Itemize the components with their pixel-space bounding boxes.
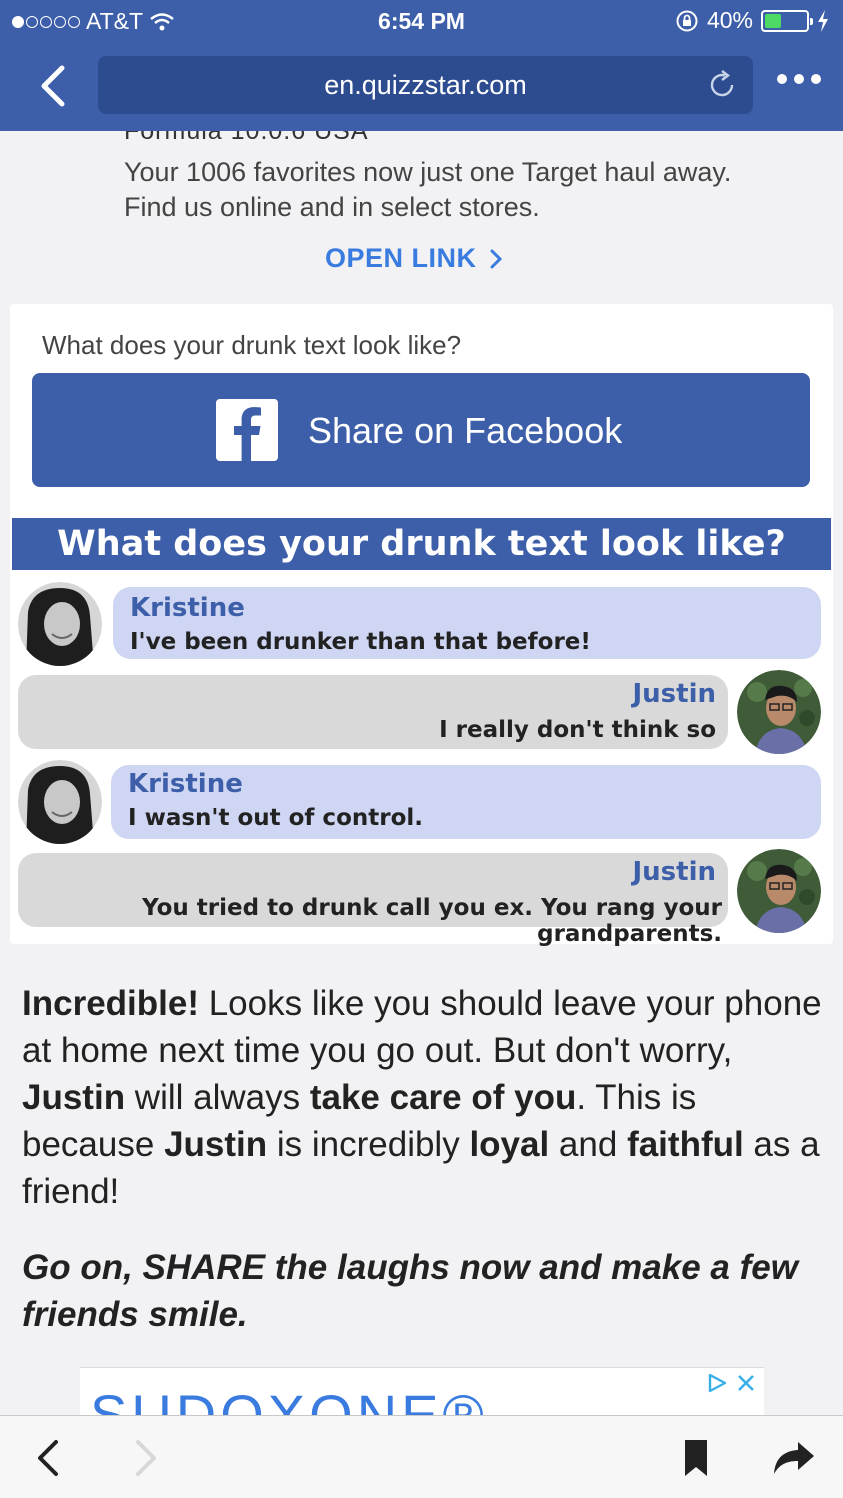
url-text: en.quizzstar.com: [324, 70, 527, 100]
message-bubble: Justin I really don't think so: [18, 675, 728, 749]
open-link-button[interactable]: OPEN LINK: [325, 243, 503, 274]
nav-back-icon[interactable]: [34, 1438, 62, 1478]
chevron-right-icon: [490, 249, 502, 268]
result-text-segment: faithful: [627, 1125, 744, 1164]
message-sender: Justin: [632, 857, 716, 887]
message-bubble: Kristine I've been drunker than that bef…: [113, 587, 821, 659]
nav-forward-icon[interactable]: [132, 1438, 160, 1478]
result-image-title: What does your drunk text look like?: [12, 518, 831, 570]
share-facebook-button[interactable]: Share on Facebook: [32, 373, 810, 487]
orientation-lock-icon: [676, 10, 698, 31]
message-bubble: Kristine I wasn't out of control.: [111, 765, 821, 839]
status-right: 40%: [675, 7, 829, 34]
adchoices-icon[interactable]: [706, 1372, 728, 1394]
kristine-avatar: [18, 582, 102, 666]
browser-header: AT&T 6:54 PM 40% en.quizzstar.com: [0, 0, 843, 131]
result-text-segment: loyal: [469, 1125, 550, 1164]
ad-choices[interactable]: [706, 1372, 756, 1394]
quiz-card: What does your drunk text look like? Sha…: [10, 304, 833, 947]
battery-percent: 40%: [706, 7, 753, 33]
bottom-toolbar: [0, 1415, 843, 1498]
share-call-to-action: Go on, SHARE the laughs now and make a f…: [22, 1248, 798, 1334]
message-sender: Justin: [632, 679, 716, 709]
address-bar[interactable]: en.quizzstar.com: [98, 56, 753, 114]
message-text: I wasn't out of control.: [128, 805, 424, 831]
result-text-segment: Justin: [164, 1125, 268, 1164]
status-bar: AT&T 6:54 PM 40%: [0, 0, 843, 42]
result-text-segment: is incredibly: [267, 1125, 470, 1164]
message-bubble: Justin You tried to drunk call you ex. Y…: [18, 853, 728, 947]
message-text: I really don't think so: [439, 717, 716, 743]
message-text: I've been drunker than that before!: [130, 629, 591, 655]
bottom-ad-brand: SUDOXONE®: [90, 1383, 488, 1417]
facebook-icon: [216, 399, 278, 461]
bookmark-icon[interactable]: [682, 1438, 710, 1478]
bottom-ad[interactable]: SUDOXONE®: [80, 1367, 764, 1417]
message-sender: Kristine: [128, 769, 243, 799]
result-text-segment: Justin: [22, 1078, 126, 1117]
battery-icon: [761, 9, 813, 32]
chevron-left-icon: [41, 65, 65, 107]
sponsored-ad: Formula 10.0.6 USA Your 1006 favorites n…: [0, 131, 843, 301]
back-button[interactable]: [34, 62, 74, 110]
share-icon[interactable]: [772, 1440, 816, 1476]
result-text-segment: will always: [125, 1078, 310, 1117]
kristine-avatar: [18, 760, 102, 844]
share-facebook-label: Share on Facebook: [308, 410, 623, 451]
reload-icon[interactable]: [705, 68, 739, 102]
message-text: You tried to drunk call you ex. You rang…: [142, 895, 722, 947]
open-link-label: OPEN LINK: [325, 243, 477, 273]
justin-avatar: [737, 849, 821, 933]
message-sender: Kristine: [130, 593, 245, 623]
more-options-button[interactable]: [777, 74, 821, 84]
result-text-segment: and: [549, 1125, 628, 1164]
quiz-question: What does your drunk text look like?: [42, 330, 462, 360]
result-text-segment: take care of you: [309, 1078, 577, 1117]
ad-description: Your 1006 favorites now just one Target …: [124, 157, 732, 222]
ad-brand: Formula 10.0.6 USA: [124, 131, 369, 145]
result-text-segment: Incredible!: [22, 984, 199, 1023]
charging-icon: [818, 9, 828, 32]
justin-avatar: [737, 670, 821, 754]
close-ad-icon[interactable]: [736, 1373, 756, 1393]
result-description: Incredible! Looks like you should leave …: [22, 980, 822, 1215]
